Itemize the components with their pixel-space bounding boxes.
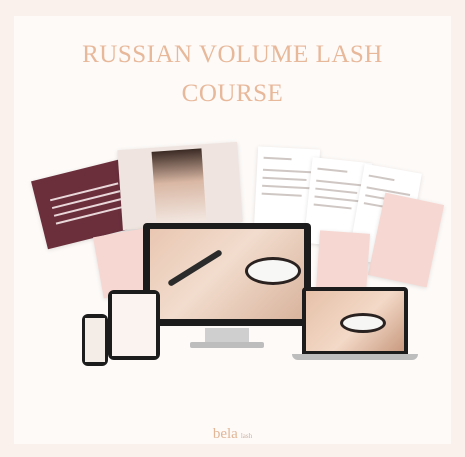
eye-closeup-image — [340, 313, 386, 333]
portrait-image — [151, 148, 207, 224]
workbook-page-photo — [117, 141, 243, 231]
lash-tweezers — [167, 249, 223, 287]
laptop-lash-image — [306, 291, 404, 351]
monitor-lash-image — [150, 229, 304, 319]
workbook-page-pink-middle — [315, 230, 371, 294]
course-title-line-1: RUSSIAN VOLUME LASH — [82, 41, 383, 68]
laptop-base — [292, 354, 418, 360]
phone-screen — [85, 318, 105, 362]
eye-image — [245, 257, 301, 285]
brand-name: bela — [212, 426, 238, 442]
brand-logo: bela lash — [0, 426, 465, 443]
monitor-base — [190, 342, 264, 348]
tablet-screen — [112, 294, 156, 356]
brand-suffix: lash — [240, 432, 253, 440]
course-title-line-2: COURSE — [181, 80, 284, 107]
